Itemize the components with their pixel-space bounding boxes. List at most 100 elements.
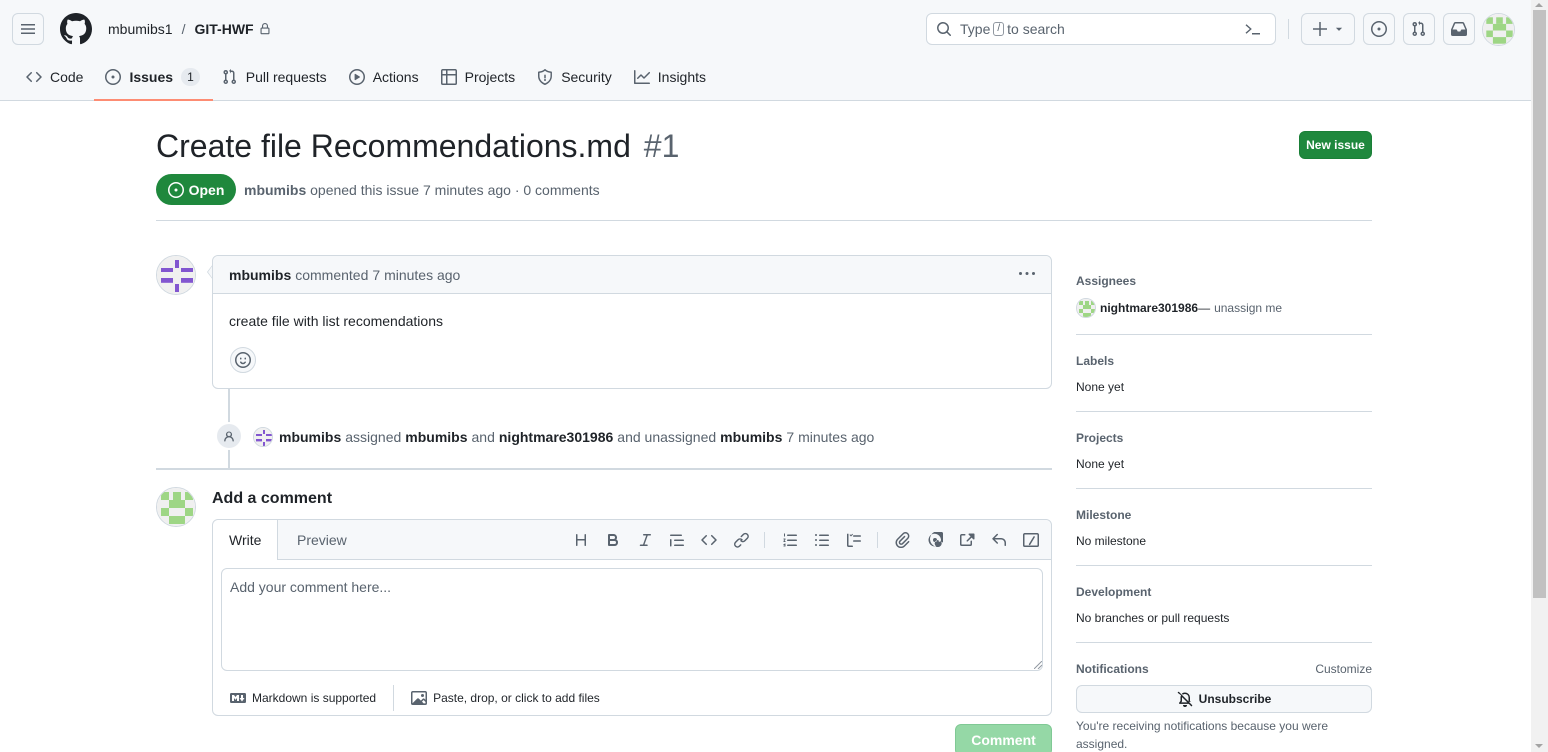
pull-requests-button[interactable] <box>1403 13 1435 45</box>
add-reaction-button[interactable] <box>230 347 256 373</box>
identicon-green-icon <box>1483 14 1514 45</box>
milestone-value: No milestone <box>1076 534 1147 548</box>
event-actor-link[interactable]: mbumibs <box>279 429 341 445</box>
link-button[interactable] <box>731 530 751 550</box>
comment-timestamp[interactable]: 7 minutes ago <box>372 267 460 283</box>
bold-button[interactable] <box>603 530 623 550</box>
tab-preview[interactable]: Preview <box>281 520 363 560</box>
event-timestamp[interactable]: 7 minutes ago <box>786 429 874 445</box>
search-input[interactable]: Type / to search <box>926 13 1276 45</box>
issue-author-link[interactable]: mbumibs <box>244 182 306 198</box>
heading-button[interactable] <box>571 530 591 550</box>
plus-icon <box>1313 22 1327 36</box>
projects-value: None yet <box>1076 457 1125 471</box>
task-list-button[interactable] <box>844 530 864 550</box>
kebab-horizontal-icon[interactable] <box>1019 266 1035 282</box>
inbox-button[interactable] <box>1443 13 1475 45</box>
reference-button[interactable] <box>957 530 977 550</box>
add-comment-heading: Add a comment <box>212 490 333 507</box>
cross-reference-icon <box>960 533 975 546</box>
tab-write[interactable]: Write <box>213 520 279 560</box>
mention-icon <box>928 532 943 547</box>
owner-link[interactable]: mbumibs1 <box>108 21 173 37</box>
toolbar-separator <box>764 532 765 548</box>
tab-security[interactable]: Security <box>527 60 622 94</box>
sidebar-projects: Projects None yet <box>1076 412 1372 489</box>
projects-heading[interactable]: Projects <box>1076 431 1372 445</box>
lock-icon <box>260 23 270 35</box>
tab-pull-requests[interactable]: Pull requests <box>212 60 337 94</box>
scrollbar-thumb[interactable] <box>1533 10 1546 598</box>
editor-toolbar: Write Preview <box>213 520 1051 560</box>
sidebar-notifications: Notifications Customize Unsubscribe You'… <box>1076 643 1372 752</box>
numbered-list-button[interactable] <box>780 530 800 550</box>
bell-slash-icon <box>1177 691 1192 707</box>
git-pull-request-icon <box>223 69 236 85</box>
assignee-avatar[interactable] <box>1076 298 1096 318</box>
assignee-name-link[interactable]: nightmare301986 <box>1100 301 1198 315</box>
tab-projects[interactable]: Projects <box>431 60 526 94</box>
hamburger-menu-button[interactable] <box>12 13 44 45</box>
link-icon <box>734 532 749 548</box>
comment-author-avatar[interactable] <box>156 255 196 295</box>
comment-editor: Write Preview Add your comment here... M… <box>212 519 1052 716</box>
issue-opened-icon <box>105 69 122 85</box>
attach-button[interactable] <box>893 530 913 550</box>
reply-icon <box>992 533 1006 546</box>
event-assignee-1-link[interactable]: mbumibs <box>405 429 467 445</box>
customize-notifications-link[interactable]: Customize <box>1315 662 1372 676</box>
tab-code[interactable]: Code <box>16 60 93 94</box>
code-button[interactable] <box>699 530 719 550</box>
markdown-help-link[interactable]: Markdown is supported <box>213 690 393 706</box>
quote-button[interactable] <box>667 530 687 550</box>
issues-button[interactable] <box>1363 13 1395 45</box>
milestone-heading[interactable]: Milestone <box>1076 508 1372 522</box>
bulleted-list-button[interactable] <box>812 530 832 550</box>
repo-link[interactable]: GIT-HWF <box>194 21 253 37</box>
tab-issues[interactable]: Issues 1 <box>94 60 214 101</box>
tab-projects-label: Projects <box>464 69 516 85</box>
notification-reason: You're receiving notifications because y… <box>1076 719 1328 751</box>
command-palette-icon[interactable] <box>1245 21 1261 37</box>
create-new-button[interactable] <box>1301 13 1355 45</box>
quote-icon <box>670 534 684 547</box>
github-logo-icon[interactable] <box>60 13 92 45</box>
issue-comment: mbumibs commented 7 minutes ago create f… <box>212 255 1052 389</box>
tasklist-icon <box>847 533 861 547</box>
event-unassignee-link[interactable]: mbumibs <box>720 429 782 445</box>
slash-commands-icon <box>1023 533 1039 547</box>
labels-heading[interactable]: Labels <box>1076 354 1372 368</box>
mention-button[interactable] <box>925 530 945 550</box>
attach-files-link[interactable]: Paste, drop, or click to add files <box>394 690 617 706</box>
saved-replies-button[interactable] <box>989 530 1009 550</box>
comment-header: mbumibs commented 7 minutes ago <box>213 256 1051 294</box>
assignees-heading[interactable]: Assignees <box>1076 274 1372 288</box>
unsubscribe-button[interactable]: Unsubscribe <box>1076 685 1372 713</box>
event-assignee-2-link[interactable]: nightmare301986 <box>499 429 613 445</box>
italic-button[interactable] <box>635 530 655 550</box>
bold-icon <box>608 534 618 546</box>
unassign-me-link[interactable]: unassign me <box>1214 301 1282 315</box>
heading-icon <box>576 534 586 546</box>
composer-user-avatar[interactable] <box>156 487 196 527</box>
comment-textarea[interactable] <box>221 568 1043 671</box>
sidebar-labels: Labels None yet <box>1076 335 1372 412</box>
toolbar-separator <box>877 532 878 548</box>
slash-commands-button[interactable] <box>1021 530 1041 550</box>
comment-body: create file with list recomendations <box>229 313 443 329</box>
list-ordered-icon <box>783 533 797 547</box>
resize-grip-icon[interactable] <box>1034 661 1042 669</box>
user-avatar[interactable] <box>1482 13 1515 46</box>
scroll-down-arrow-icon[interactable] <box>1535 744 1543 748</box>
comment-submit-button[interactable]: Comment <box>955 724 1052 752</box>
new-issue-button[interactable]: New issue <box>1299 131 1372 159</box>
tab-actions[interactable]: Actions <box>339 60 429 94</box>
development-heading[interactable]: Development <box>1076 585 1372 599</box>
issue-title: Create file Recommendations.md #1 <box>156 128 679 165</box>
scroll-up-arrow-icon[interactable] <box>1535 3 1543 7</box>
issue-meta-text: opened this issue 7 minutes ago · 0 comm… <box>310 182 600 198</box>
event-actor-avatar[interactable] <box>253 427 273 447</box>
page-scrollbar[interactable] <box>1531 0 1548 752</box>
tab-insights[interactable]: Insights <box>624 60 716 94</box>
comment-author-link[interactable]: mbumibs <box>229 267 291 283</box>
